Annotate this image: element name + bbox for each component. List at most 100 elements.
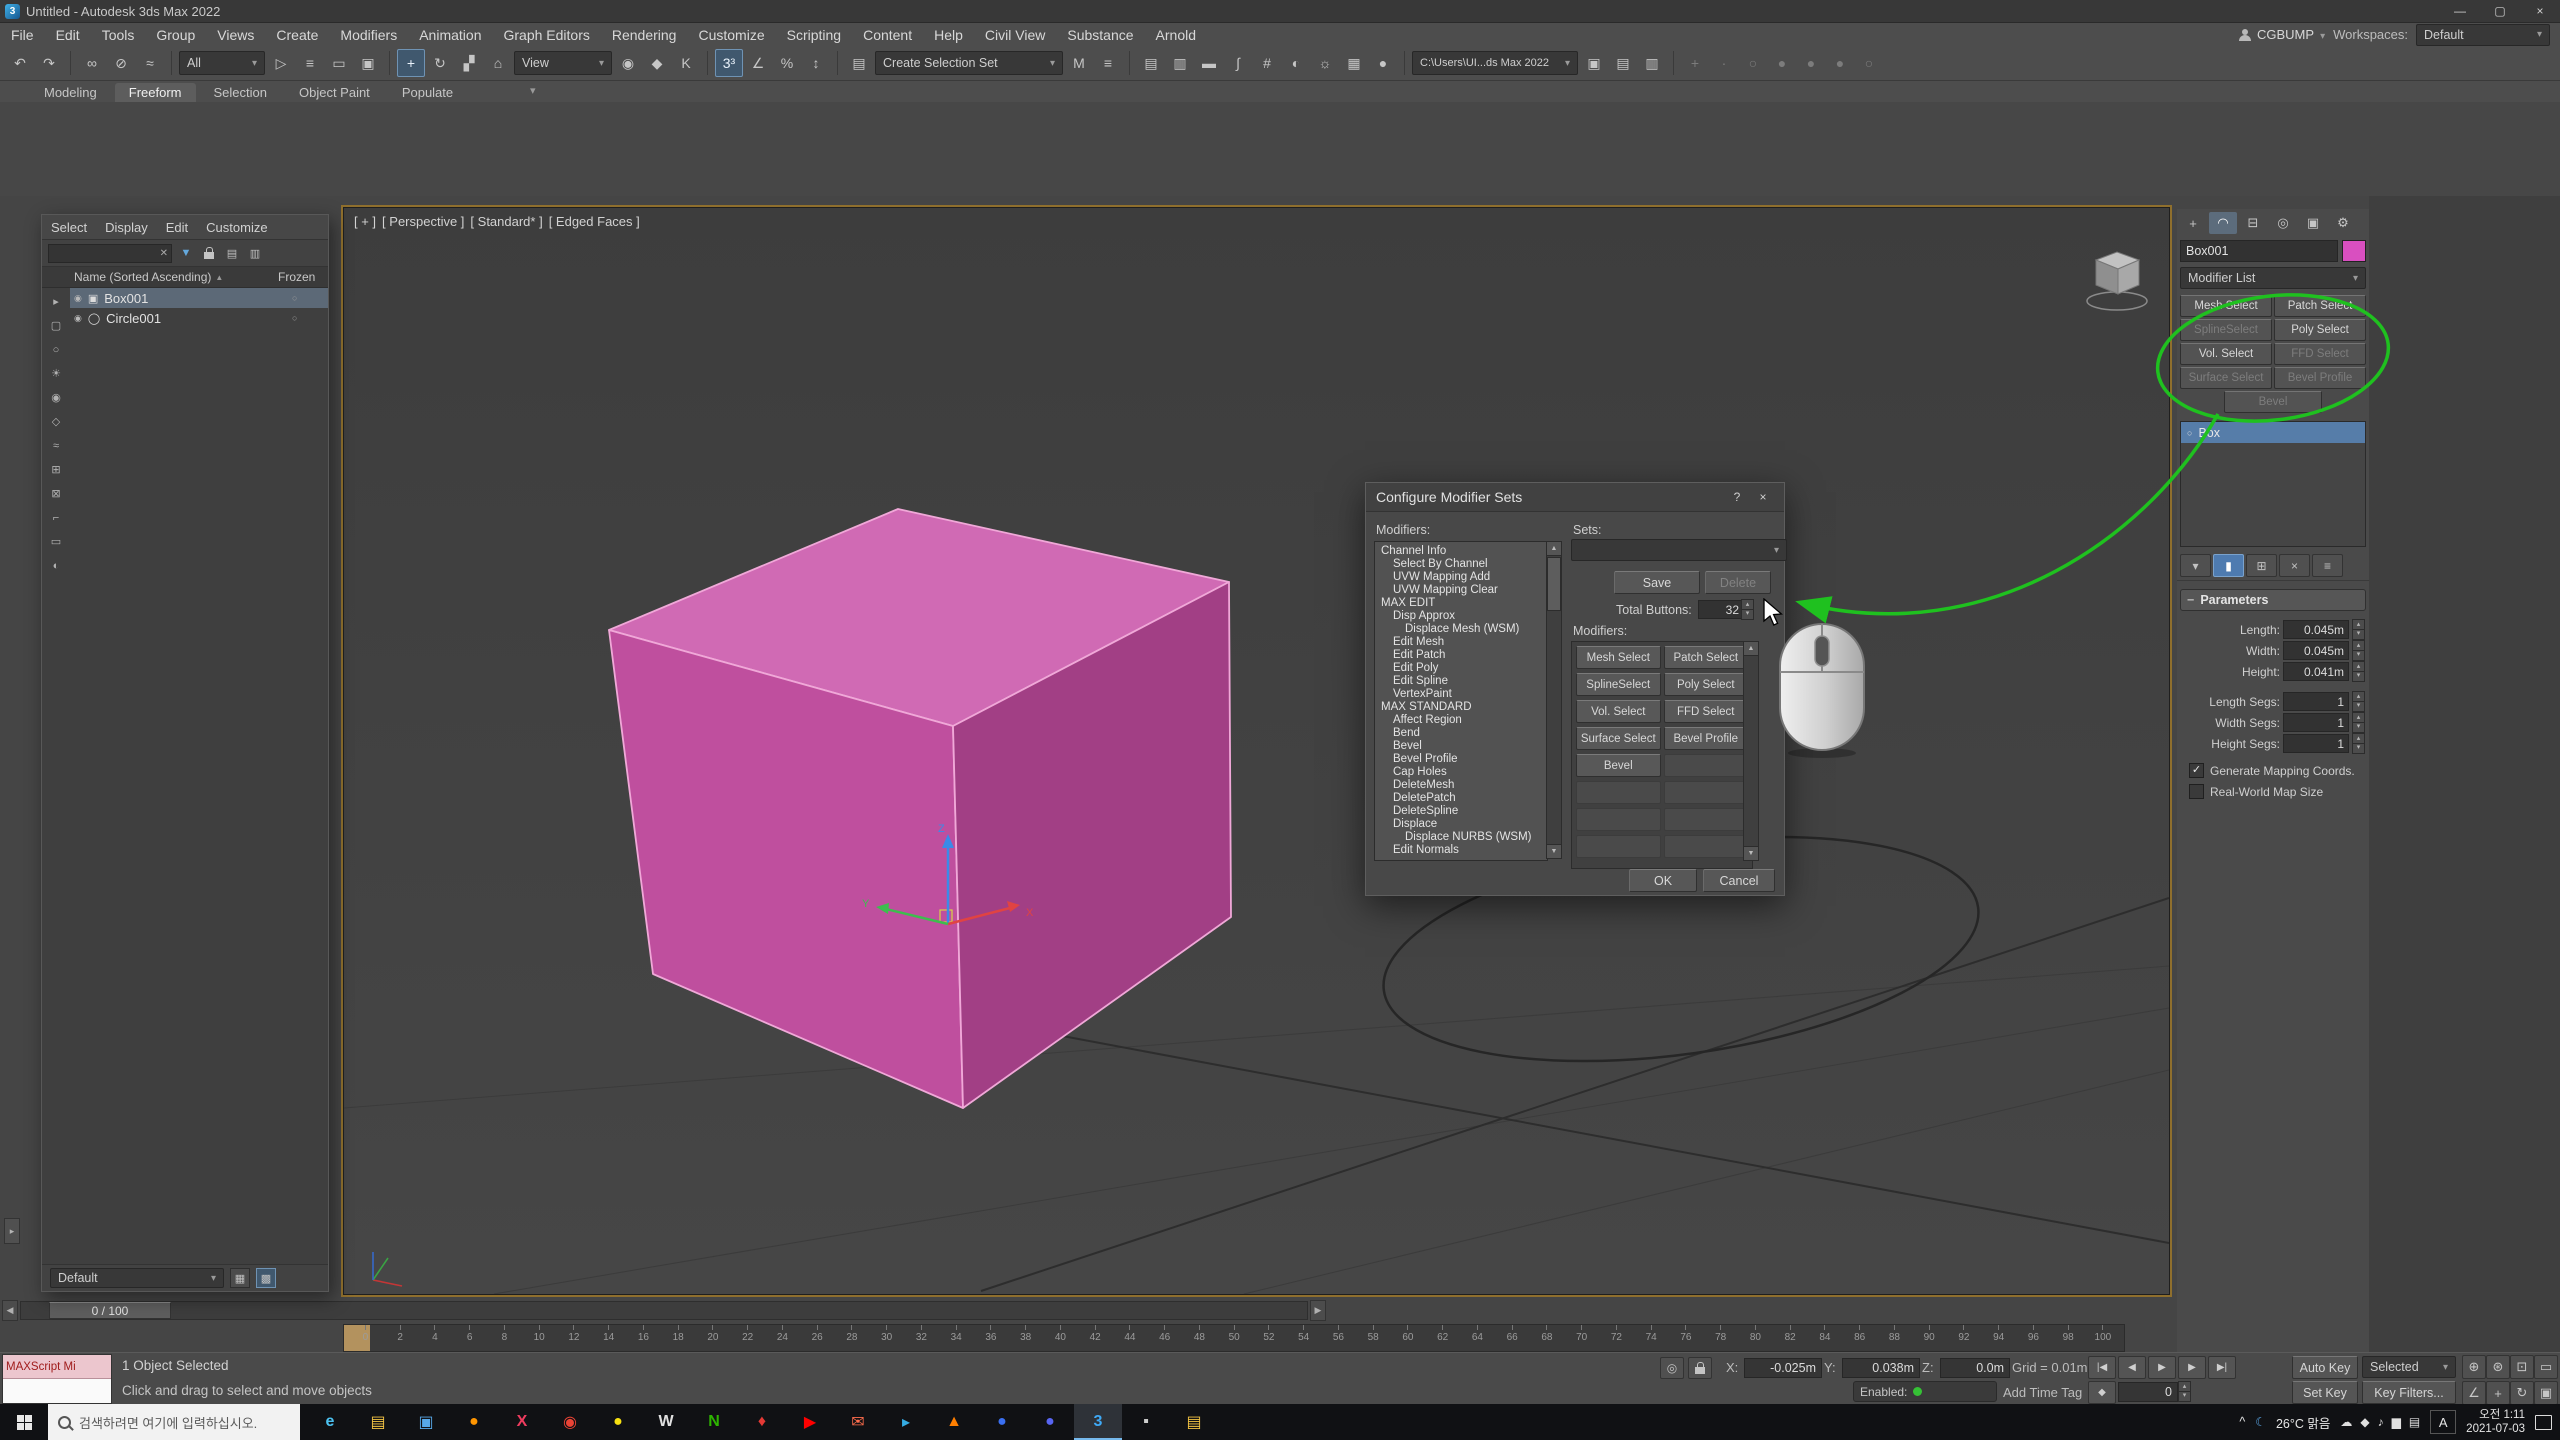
volume-tray-icon[interactable]: ♪ bbox=[2378, 1415, 2384, 1429]
explorer-menu-item[interactable]: Edit bbox=[157, 220, 197, 235]
utilities-tab[interactable]: ⚙ bbox=[2329, 212, 2357, 234]
reference-coordinate-dropdown[interactable]: View bbox=[514, 51, 612, 75]
scene-object-row[interactable]: ◉ ◯ Circle001 ○ bbox=[70, 308, 328, 328]
object-name-field[interactable]: Box001 bbox=[2180, 240, 2338, 262]
cancel-button[interactable]: Cancel bbox=[1703, 869, 1775, 892]
modifier-list-item[interactable]: Select By Channel bbox=[1375, 557, 1547, 570]
modifier-slot-button[interactable] bbox=[1664, 835, 1749, 858]
percent-snap-icon[interactable]: % bbox=[773, 49, 801, 77]
panel-collapse-handle[interactable]: ▸ bbox=[4, 1218, 20, 1244]
explorer-containers-filter-icon[interactable]: ▭ bbox=[44, 530, 68, 553]
explorer-shapes-filter-icon[interactable]: ○ bbox=[44, 338, 68, 361]
next-frame-arrow-icon[interactable]: ▶ bbox=[1310, 1300, 1326, 1321]
total-buttons-field[interactable]: 32 bbox=[1698, 600, 1744, 619]
undo-icon[interactable]: ↶ bbox=[6, 49, 34, 77]
select-and-rotate-icon[interactable]: ↻ bbox=[426, 49, 454, 77]
orbit-icon[interactable]: ↻ bbox=[2510, 1381, 2534, 1405]
modifier-slot-button[interactable]: Patch Select bbox=[1664, 646, 1749, 669]
weather-widget[interactable]: 26°C 맑음 bbox=[2276, 1413, 2330, 1432]
maximize-button[interactable]: ▢ bbox=[2480, 0, 2520, 22]
explorer-helpers-filter-icon[interactable]: ◇ bbox=[44, 410, 68, 433]
modifier-list-item[interactable]: Edit Mesh bbox=[1375, 635, 1547, 648]
stack-entry[interactable]: ○ Box bbox=[2181, 422, 2365, 443]
modifier-list-item[interactable]: Affect Region bbox=[1375, 713, 1547, 726]
spinner-control[interactable] bbox=[2352, 619, 2365, 640]
terminal-icon[interactable]: ▪ bbox=[1122, 1404, 1170, 1440]
modifier-list-item[interactable]: VertexPaint bbox=[1375, 687, 1547, 700]
modifier-list-item[interactable]: Disp Approx bbox=[1375, 609, 1547, 622]
modifier-slot-button[interactable]: Surface Select bbox=[1576, 727, 1661, 750]
parameter-value-field[interactable]: 0.041m bbox=[2283, 662, 2349, 681]
toolbar-extra-icon-1[interactable]: + bbox=[1681, 49, 1709, 77]
track-bar[interactable]: 0246810121416182022242628303234363840424… bbox=[343, 1324, 2125, 1352]
name-column-header[interactable]: Name (Sorted Ascending) bbox=[74, 270, 223, 284]
modifier-list-item[interactable]: MAX EDIT bbox=[1375, 596, 1547, 609]
pan-icon[interactable]: + bbox=[2486, 1381, 2510, 1405]
file-explorer-icon[interactable]: ▤ bbox=[354, 1404, 402, 1440]
youtube-icon[interactable]: ▶ bbox=[786, 1404, 834, 1440]
toggle-ribbon-icon[interactable]: ▬ bbox=[1195, 49, 1223, 77]
scene-object-row[interactable]: ◉ ▣ Box001 ○ bbox=[70, 288, 328, 308]
curve-editor-icon[interactable]: ∫ bbox=[1224, 49, 1252, 77]
network-tray-icon[interactable]: ▆ bbox=[2392, 1415, 2401, 1429]
viewport-menu-general[interactable]: [ + ] bbox=[354, 214, 376, 229]
filter-icon[interactable]: ▼ bbox=[177, 244, 195, 262]
modifier-list-item[interactable]: Channel Info bbox=[1375, 544, 1547, 557]
modifier-slot-button[interactable]: Bevel bbox=[1576, 754, 1661, 777]
scroll-up-icon[interactable]: ▲ bbox=[1547, 542, 1561, 556]
modifier-button[interactable]: Poly Select bbox=[2274, 319, 2366, 341]
grid-scrollbar[interactable]: ▲ ▼ bbox=[1743, 641, 1759, 861]
modifier-slot-button[interactable] bbox=[1664, 808, 1749, 831]
spinner-snap-icon[interactable]: ↕ bbox=[802, 49, 830, 77]
frozen-toggle-icon[interactable]: ○ bbox=[292, 293, 297, 303]
modifier-list-item[interactable]: DeleteMesh bbox=[1375, 778, 1547, 791]
render-setup-icon[interactable]: ☼ bbox=[1311, 49, 1339, 77]
explorer-geometry-filter-icon[interactable]: ▢ bbox=[44, 314, 68, 337]
parameters-rollout-header[interactable]: Parameters bbox=[2180, 589, 2366, 611]
checkbox[interactable] bbox=[2189, 763, 2204, 778]
explorer-preset-dropdown[interactable]: Default bbox=[50, 1268, 224, 1288]
frozen-column-header[interactable]: Frozen bbox=[278, 270, 315, 284]
set-key-button[interactable]: Set Key bbox=[2292, 1381, 2358, 1404]
key-mode-toggle-icon[interactable]: ◆ bbox=[2088, 1381, 2116, 1404]
modifier-slot-button[interactable]: Vol. Select bbox=[1576, 700, 1661, 723]
explorer-bones-filter-icon[interactable]: ⌐ bbox=[44, 506, 68, 529]
help-icon[interactable]: ? bbox=[1726, 487, 1748, 507]
scroll-thumb[interactable] bbox=[1547, 557, 1561, 611]
toolbar-extra-icon-4[interactable]: ● bbox=[1768, 49, 1796, 77]
explorer-menu-item[interactable]: Select bbox=[42, 220, 96, 235]
modify-tab[interactable]: ◠ bbox=[2209, 212, 2237, 234]
vlc-icon[interactable]: ▲ bbox=[930, 1404, 978, 1440]
select-and-manipulate-icon[interactable]: ◆ bbox=[643, 49, 671, 77]
modifier-slot-button[interactable] bbox=[1576, 781, 1661, 804]
explorer-pin-icon[interactable]: ▩ bbox=[256, 1268, 276, 1288]
toolbar-extra-icon-2[interactable]: · bbox=[1710, 49, 1738, 77]
select-by-name-icon[interactable]: ≡ bbox=[296, 49, 324, 77]
modifier-list-item[interactable]: Displace NURBS (WSM) bbox=[1375, 830, 1547, 843]
night-light-icon[interactable]: ☾ bbox=[2255, 1415, 2266, 1429]
spinner-control[interactable] bbox=[2352, 691, 2365, 712]
parameter-value-field[interactable]: 1 bbox=[2283, 734, 2349, 753]
render-production-icon[interactable]: ● bbox=[1369, 49, 1397, 77]
visibility-icon[interactable]: ◉ bbox=[74, 293, 82, 304]
menu-item[interactable]: Animation bbox=[408, 23, 492, 46]
explorer-settings-icon[interactable]: ▦ bbox=[230, 1268, 250, 1288]
current-frame-field[interactable]: 0 bbox=[2118, 1382, 2178, 1402]
modifier-list-item[interactable]: Cap Holes bbox=[1375, 765, 1547, 778]
modifier-list-item[interactable]: Edit Patch bbox=[1375, 648, 1547, 661]
time-slider-track[interactable]: 0 / 100 bbox=[20, 1301, 1308, 1320]
taskbar-search-input[interactable]: 검색하려면 여기에 입력하십시오. bbox=[48, 1404, 300, 1440]
workspace-dropdown[interactable]: Default bbox=[2416, 24, 2550, 46]
menu-item[interactable]: Views bbox=[206, 23, 265, 46]
menu-item[interactable]: Tools bbox=[91, 23, 146, 46]
folder-icon[interactable]: ▤ bbox=[1170, 1404, 1218, 1440]
listener-field[interactable] bbox=[3, 1379, 111, 1403]
previous-frame-arrow-icon[interactable]: ◀ bbox=[2, 1300, 18, 1321]
menu-item[interactable]: Edit bbox=[45, 23, 91, 46]
ribbon-minimize-icon[interactable]: ▾ bbox=[530, 84, 536, 97]
close-button[interactable]: × bbox=[2520, 0, 2560, 22]
next-frame-icon[interactable]: ▶ bbox=[2178, 1356, 2206, 1379]
modifier-list-item[interactable]: Displace Mesh (WSM) bbox=[1375, 622, 1547, 635]
time-slider-handle[interactable]: 0 / 100 bbox=[49, 1302, 171, 1319]
select-object-icon[interactable]: ▷ bbox=[267, 49, 295, 77]
